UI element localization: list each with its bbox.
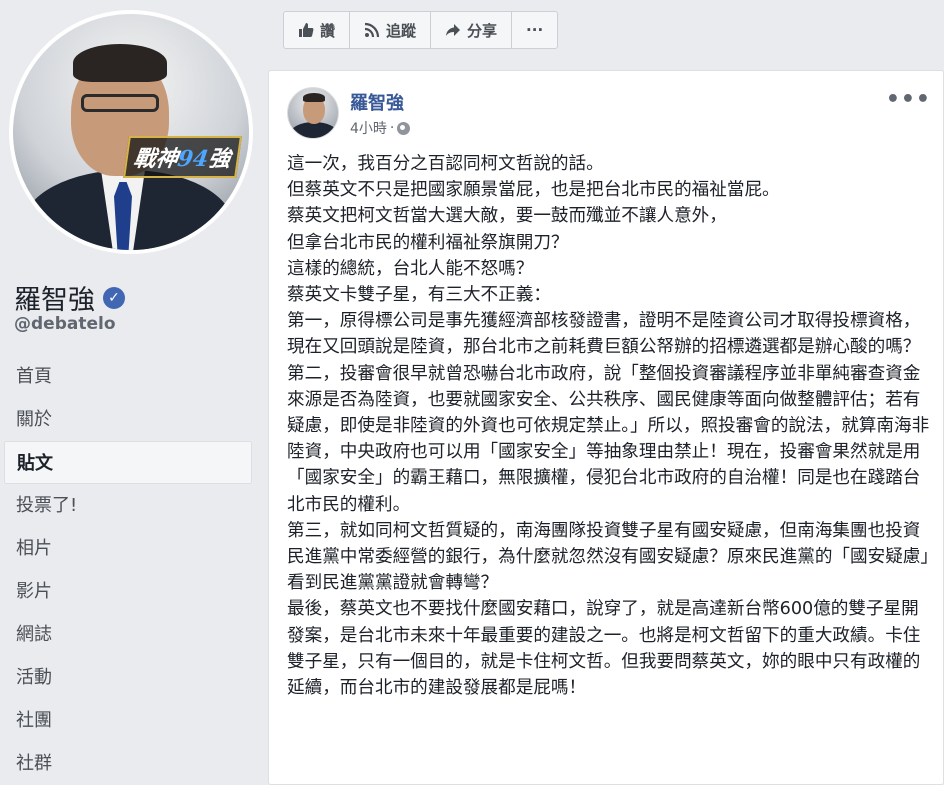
- page-handle[interactable]: @debatelo: [14, 314, 116, 334]
- nav-item-notes[interactable]: 網誌: [4, 613, 252, 656]
- mini-hair: [303, 93, 325, 102]
- photo-hair: [73, 44, 167, 82]
- post-timestamp[interactable]: 4小時: [350, 118, 387, 138]
- nav-item-events[interactable]: 活動: [4, 656, 252, 699]
- like-label: 讚: [320, 21, 336, 40]
- rss-icon: [364, 22, 380, 38]
- nav-item-groups[interactable]: 社團: [4, 699, 252, 742]
- nav-item-photos[interactable]: 相片: [4, 527, 252, 570]
- page-name[interactable]: 羅智強 ✓: [14, 278, 125, 317]
- verified-icon: ✓: [103, 286, 125, 309]
- post-line: 但蔡英文不只是把國家願景當屁，也是把台北市民的福祉當屁。: [287, 180, 780, 201]
- post-paragraph-first: 第一，原得標公司是事先獲經濟部核發證書，證明不是陸資公司才取得投標資格，現在又回…: [287, 311, 921, 358]
- badge-suffix: 強: [206, 146, 233, 172]
- post-author-name[interactable]: 羅智強: [350, 89, 404, 115]
- more-label: ···: [526, 21, 544, 39]
- page-nav: 首頁 關於 貼文 投票了! 相片 影片 網誌 活動 社團 社群: [4, 355, 252, 785]
- separator-dot: ·: [389, 120, 395, 136]
- left-column: 戰神94強 羅智強 ✓ @debatelo 首頁 關於 貼文 投票了! 相片 影…: [0, 0, 262, 785]
- post-meta: 4小時 ·: [350, 118, 411, 138]
- post-paragraph-second: 第二，投審會很早就曾恐嚇台北市政府，說「整個投資審議程序並非單純審查資金來源是否…: [287, 363, 930, 515]
- follow-button[interactable]: 追蹤: [350, 12, 432, 48]
- nav-item-about[interactable]: 關於: [4, 398, 252, 441]
- share-icon: [446, 24, 461, 36]
- post-card: 羅智強 4小時 · ••• 這一次，我百分之百認同柯文哲說的話。 但蔡英文不只是…: [268, 70, 944, 785]
- badge-num: 94: [176, 146, 211, 172]
- post-line: 但拿台北市民的權利福祉祭旗開刀？: [287, 232, 569, 253]
- nav-item-videos[interactable]: 影片: [4, 570, 252, 613]
- profile-badge: 戰神94強: [123, 136, 242, 178]
- nav-item-posts[interactable]: 貼文: [4, 441, 252, 484]
- nav-item-community[interactable]: 社群: [4, 742, 252, 785]
- profile-photo: 戰神94強: [13, 14, 249, 250]
- like-button[interactable]: 讚: [284, 12, 351, 48]
- more-actions-button[interactable]: ···: [512, 12, 557, 48]
- post-paragraph-third: 第三，就如同柯文哲質疑的，南海團隊投資雙子星有國安疑慮，但南海集團也投資民進黨中…: [287, 520, 930, 594]
- post-line: 蔡英文卡雙子星，有三大不正義：: [287, 285, 551, 306]
- thumbs-up-icon: [299, 23, 314, 37]
- mini-suit: [290, 122, 338, 138]
- photo-glasses: [81, 94, 159, 112]
- post-line: 蔡英文把柯文哲當大選大敵，要一鼓而殲並不讓人意外，: [287, 206, 727, 227]
- nav-item-home[interactable]: 首頁: [4, 355, 252, 398]
- post-text: 這一次，我百分之百認同柯文哲說的話。 但蔡英文不只是把國家願景當屁，也是把台北市…: [287, 151, 933, 701]
- post-line: 這一次，我百分之百認同柯文哲說的話。: [287, 154, 604, 174]
- nav-item-vote[interactable]: 投票了!: [4, 484, 252, 527]
- post-line: 這樣的總統，台北人能不怒嗎？: [287, 258, 534, 279]
- badge-prefix: 戰神: [132, 146, 180, 172]
- profile-picture[interactable]: 戰神94強: [9, 10, 253, 254]
- page-name-text[interactable]: 羅智強: [14, 278, 95, 317]
- share-button[interactable]: 分享: [431, 12, 513, 48]
- page-action-bar: 讚 追蹤 分享 ···: [283, 11, 559, 49]
- post-author-avatar[interactable]: [287, 87, 339, 139]
- post-options-button[interactable]: •••: [886, 87, 931, 112]
- globe-icon[interactable]: [397, 121, 411, 135]
- follow-label: 追蹤: [386, 21, 417, 40]
- share-label: 分享: [467, 21, 498, 40]
- post-paragraph-last: 最後，蔡英文也不要找什麼國安藉口，說穿了，就是高達新台幣600億的雙子星開發案，…: [287, 599, 921, 699]
